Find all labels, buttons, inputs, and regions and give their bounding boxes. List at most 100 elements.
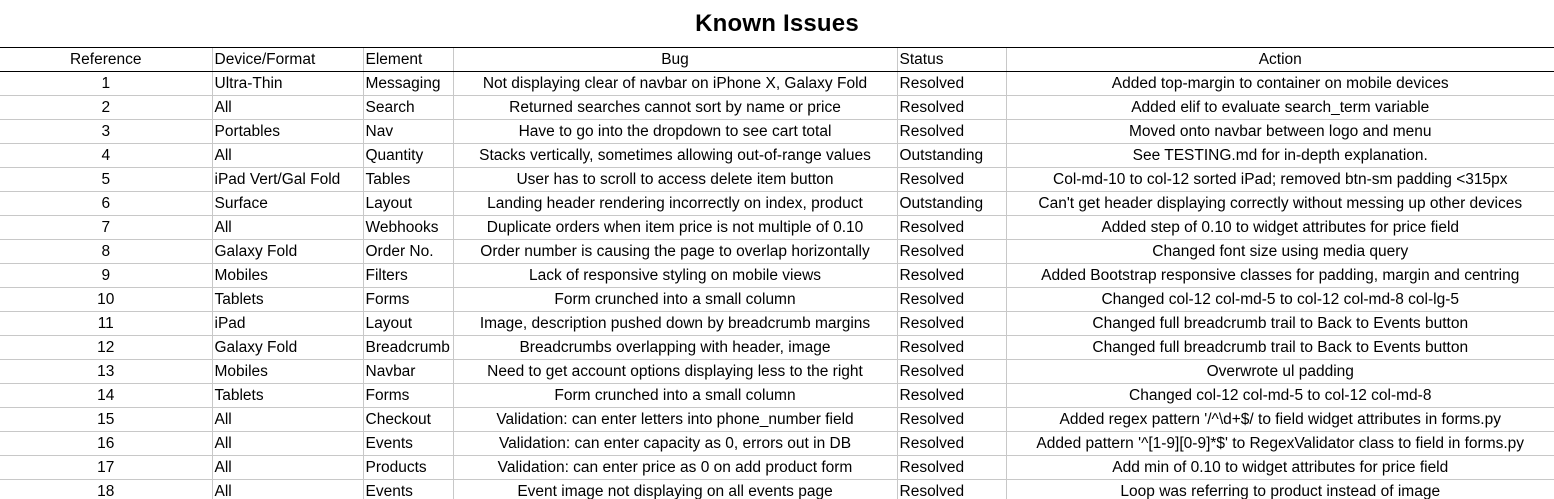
cell-status[interactable]: Resolved	[896, 479, 1006, 499]
cell-bug[interactable]: Form crunched into a small column	[452, 383, 897, 408]
cell-element[interactable]: Events	[362, 479, 453, 499]
cell-element[interactable]: Quantity	[362, 143, 453, 168]
cell-element[interactable]: Events	[362, 431, 453, 456]
cell-action[interactable]: Can't get header displaying correctly wi…	[1005, 191, 1554, 216]
cell-element[interactable]: Forms	[362, 383, 453, 408]
cell-bug[interactable]: Returned searches cannot sort by name or…	[452, 95, 897, 120]
cell-bug[interactable]: Breadcrumbs overlapping with header, ima…	[452, 335, 897, 360]
cell-reference[interactable]: 14	[0, 383, 212, 408]
cell-element[interactable]: Layout	[362, 191, 453, 216]
cell-bug[interactable]: User has to scroll to access delete item…	[452, 167, 897, 192]
cell-element[interactable]: Tables	[362, 167, 453, 192]
cell-reference[interactable]: 8	[0, 239, 212, 264]
cell-status[interactable]: Resolved	[896, 71, 1006, 96]
cell-device-format[interactable]: Surface	[211, 191, 363, 216]
cell-element[interactable]: Nav	[362, 119, 453, 144]
cell-bug[interactable]: Have to go into the dropdown to see cart…	[452, 119, 897, 144]
cell-bug[interactable]: Landing header rendering incorrectly on …	[452, 191, 897, 216]
cell-device-format[interactable]: Tablets	[211, 383, 363, 408]
cell-reference[interactable]: 16	[0, 431, 212, 456]
cell-device-format[interactable]: All	[211, 95, 363, 120]
cell-action[interactable]: Loop was referring to product instead of…	[1005, 479, 1554, 499]
cell-device-format[interactable]: Galaxy Fold	[211, 239, 363, 264]
cell-device-format[interactable]: Tablets	[211, 287, 363, 312]
cell-device-format[interactable]: All	[211, 143, 363, 168]
column-header-device-format[interactable]: Device/Format	[211, 47, 363, 72]
cell-bug[interactable]: Validation: can enter letters into phone…	[452, 407, 897, 432]
cell-bug[interactable]: Validation: can enter capacity as 0, err…	[452, 431, 897, 456]
column-header-status[interactable]: Status	[896, 47, 1006, 72]
cell-bug[interactable]: Form crunched into a small column	[452, 287, 897, 312]
column-header-reference[interactable]: Reference	[0, 47, 212, 72]
cell-action[interactable]: See TESTING.md for in-depth explanation.	[1005, 143, 1554, 168]
cell-element[interactable]: Webhooks	[362, 215, 453, 240]
cell-reference[interactable]: 13	[0, 359, 212, 384]
cell-bug[interactable]: Duplicate orders when item price is not …	[452, 215, 897, 240]
cell-status[interactable]: Resolved	[896, 335, 1006, 360]
cell-status[interactable]: Resolved	[896, 287, 1006, 312]
cell-element[interactable]: Filters	[362, 263, 453, 288]
cell-element[interactable]: Checkout	[362, 407, 453, 432]
cell-reference[interactable]: 2	[0, 95, 212, 120]
cell-bug[interactable]: Not displaying clear of navbar on iPhone…	[452, 71, 897, 96]
cell-status[interactable]: Resolved	[896, 407, 1006, 432]
cell-action[interactable]: Added Bootstrap responsive classes for p…	[1005, 263, 1554, 288]
cell-action[interactable]: Changed font size using media query	[1005, 239, 1554, 264]
cell-device-format[interactable]: All	[211, 215, 363, 240]
cell-reference[interactable]: 17	[0, 455, 212, 480]
cell-status[interactable]: Resolved	[896, 239, 1006, 264]
column-header-action[interactable]: Action	[1005, 47, 1554, 72]
cell-status[interactable]: Resolved	[896, 95, 1006, 120]
cell-status[interactable]: Resolved	[896, 383, 1006, 408]
cell-status[interactable]: Resolved	[896, 167, 1006, 192]
cell-device-format[interactable]: All	[211, 431, 363, 456]
cell-bug[interactable]: Event image not displaying on all events…	[452, 479, 897, 499]
cell-bug[interactable]: Need to get account options displaying l…	[452, 359, 897, 384]
cell-action[interactable]: Added pattern '^[1-9][0-9]*$' to RegexVa…	[1005, 431, 1554, 456]
cell-device-format[interactable]: iPad Vert/Gal Fold	[211, 167, 363, 192]
column-header-bug[interactable]: Bug	[452, 47, 897, 72]
cell-device-format[interactable]: All	[211, 455, 363, 480]
cell-device-format[interactable]: All	[211, 407, 363, 432]
cell-reference[interactable]: 12	[0, 335, 212, 360]
cell-device-format[interactable]: All	[211, 479, 363, 499]
cell-reference[interactable]: 11	[0, 311, 212, 336]
cell-reference[interactable]: 9	[0, 263, 212, 288]
cell-reference[interactable]: 18	[0, 479, 212, 499]
cell-element[interactable]: Order No.	[362, 239, 453, 264]
cell-reference[interactable]: 4	[0, 143, 212, 168]
cell-status[interactable]: Resolved	[896, 119, 1006, 144]
cell-element[interactable]: Search	[362, 95, 453, 120]
cell-device-format[interactable]: Ultra-Thin	[211, 71, 363, 96]
cell-element[interactable]: Breadcrumb	[362, 335, 453, 360]
cell-bug[interactable]: Lack of responsive styling on mobile vie…	[452, 263, 897, 288]
cell-reference[interactable]: 6	[0, 191, 212, 216]
cell-reference[interactable]: 1	[0, 71, 212, 96]
cell-action[interactable]: Add min of 0.10 to widget attributes for…	[1005, 455, 1554, 480]
cell-device-format[interactable]: Mobiles	[211, 359, 363, 384]
cell-element[interactable]: Products	[362, 455, 453, 480]
cell-reference[interactable]: 3	[0, 119, 212, 144]
cell-element[interactable]: Forms	[362, 287, 453, 312]
cell-status[interactable]: Outstanding	[896, 143, 1006, 168]
cell-status[interactable]: Resolved	[896, 215, 1006, 240]
cell-device-format[interactable]: Mobiles	[211, 263, 363, 288]
cell-action[interactable]: Changed col-12 col-md-5 to col-12 col-md…	[1005, 383, 1554, 408]
cell-bug[interactable]: Stacks vertically, sometimes allowing ou…	[452, 143, 897, 168]
cell-element[interactable]: Layout	[362, 311, 453, 336]
cell-action[interactable]: Changed full breadcrumb trail to Back to…	[1005, 335, 1554, 360]
column-header-element[interactable]: Element	[362, 47, 453, 72]
cell-action[interactable]: Added elif to evaluate search_term varia…	[1005, 95, 1554, 120]
cell-action[interactable]: Added regex pattern '/^\d+$/ to field wi…	[1005, 407, 1554, 432]
cell-status[interactable]: Resolved	[896, 455, 1006, 480]
cell-status[interactable]: Resolved	[896, 263, 1006, 288]
cell-status[interactable]: Resolved	[896, 431, 1006, 456]
cell-action[interactable]: Added top-margin to container on mobile …	[1005, 71, 1554, 96]
cell-reference[interactable]: 15	[0, 407, 212, 432]
cell-reference[interactable]: 10	[0, 287, 212, 312]
cell-action[interactable]: Added step of 0.10 to widget attributes …	[1005, 215, 1554, 240]
cell-bug[interactable]: Validation: can enter price as 0 on add …	[452, 455, 897, 480]
cell-status[interactable]: Outstanding	[896, 191, 1006, 216]
cell-status[interactable]: Resolved	[896, 359, 1006, 384]
cell-action[interactable]: Overwrote ul padding	[1005, 359, 1554, 384]
